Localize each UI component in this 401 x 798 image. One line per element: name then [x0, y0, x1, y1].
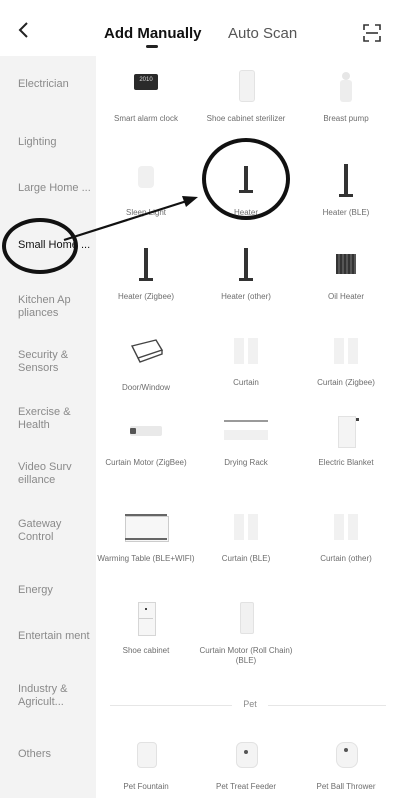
annotation-arrow-icon: [63, 196, 198, 242]
